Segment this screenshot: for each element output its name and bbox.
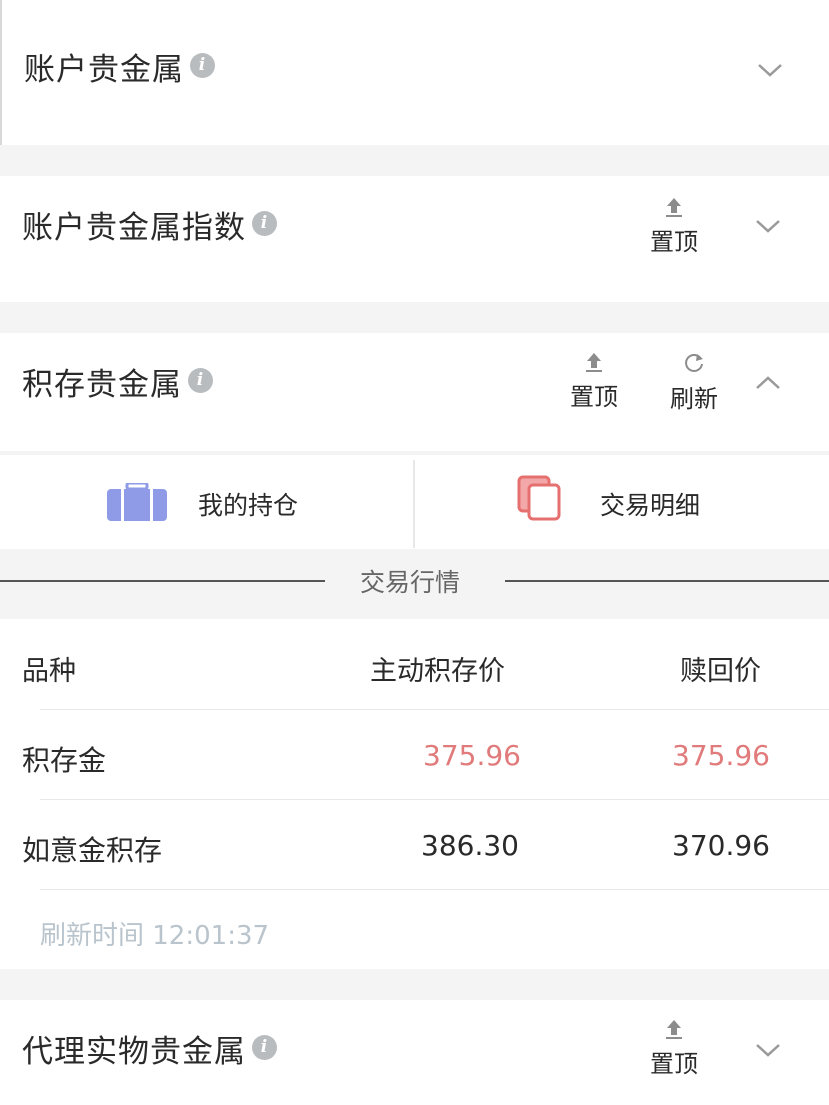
agency-physical-metal-card[interactable]: 代理实物贵金属 i 置顶 [0,1000,829,1105]
heading-line-right [505,580,829,582]
market-heading: 交易行情 [360,568,461,597]
column-header-variety: 品种 [22,656,76,687]
accumulation-metal-title: 积存贵金属 i [22,359,213,404]
pin-top-icon [666,198,682,217]
accumulation-metal-card[interactable]: 积存贵金属 i 置顶 刷新 [0,333,829,451]
refresh-time: 刷新时间 12:01:37 [40,921,270,951]
chevron-up-icon[interactable] [755,373,781,393]
my-holdings-tile[interactable]: 我的持仓 [0,455,413,549]
accumulate-price: 375.96 [423,739,521,772]
pin-top-button[interactable]: 置顶 [639,196,709,257]
pin-top-icon [586,353,602,372]
account-metal-title: 账户贵金属 i [24,44,215,89]
chevron-down-icon[interactable] [757,60,783,80]
info-icon[interactable]: i [252,211,277,236]
account-metal-card[interactable]: 账户贵金属 i [0,0,829,145]
column-header-redeem-price: 赎回价 [680,656,761,687]
pin-top-icon [666,1020,682,1039]
pin-top-button[interactable]: 置顶 [559,351,629,412]
info-icon[interactable]: i [252,1035,277,1060]
chevron-down-icon[interactable] [755,1040,781,1060]
account-metal-index-title: 账户贵金属指数 i [22,202,277,247]
variety-name: 如意金积存 [22,834,163,867]
transaction-details-label: 交易明细 [600,491,701,520]
refresh-icon [685,354,703,372]
column-header-accumulate-price: 主动积存价 [370,656,505,687]
redeem-price: 375.96 [672,739,770,772]
refresh-button[interactable]: 刷新 [659,351,729,414]
row-divider [40,799,829,800]
redeem-price: 370.96 [672,829,770,862]
copy-icon [517,475,561,521]
briefcase-icon [107,483,167,521]
transaction-details-tile[interactable]: 交易明细 [415,455,829,549]
agency-physical-metal-title: 代理实物贵金属 i [22,1026,277,1071]
row-divider [40,709,829,710]
tile-divider [413,460,415,548]
chevron-down-icon[interactable] [755,216,781,236]
row-divider [40,889,829,890]
info-icon[interactable]: i [190,53,215,78]
heading-line-left [0,580,325,582]
info-icon[interactable]: i [188,368,213,393]
my-holdings-label: 我的持仓 [198,491,299,520]
accumulate-price: 386.30 [421,829,519,862]
variety-name: 积存金 [22,744,107,777]
account-metal-index-card[interactable]: 账户贵金属指数 i 置顶 [0,176,829,302]
pin-top-button[interactable]: 置顶 [639,1018,709,1079]
